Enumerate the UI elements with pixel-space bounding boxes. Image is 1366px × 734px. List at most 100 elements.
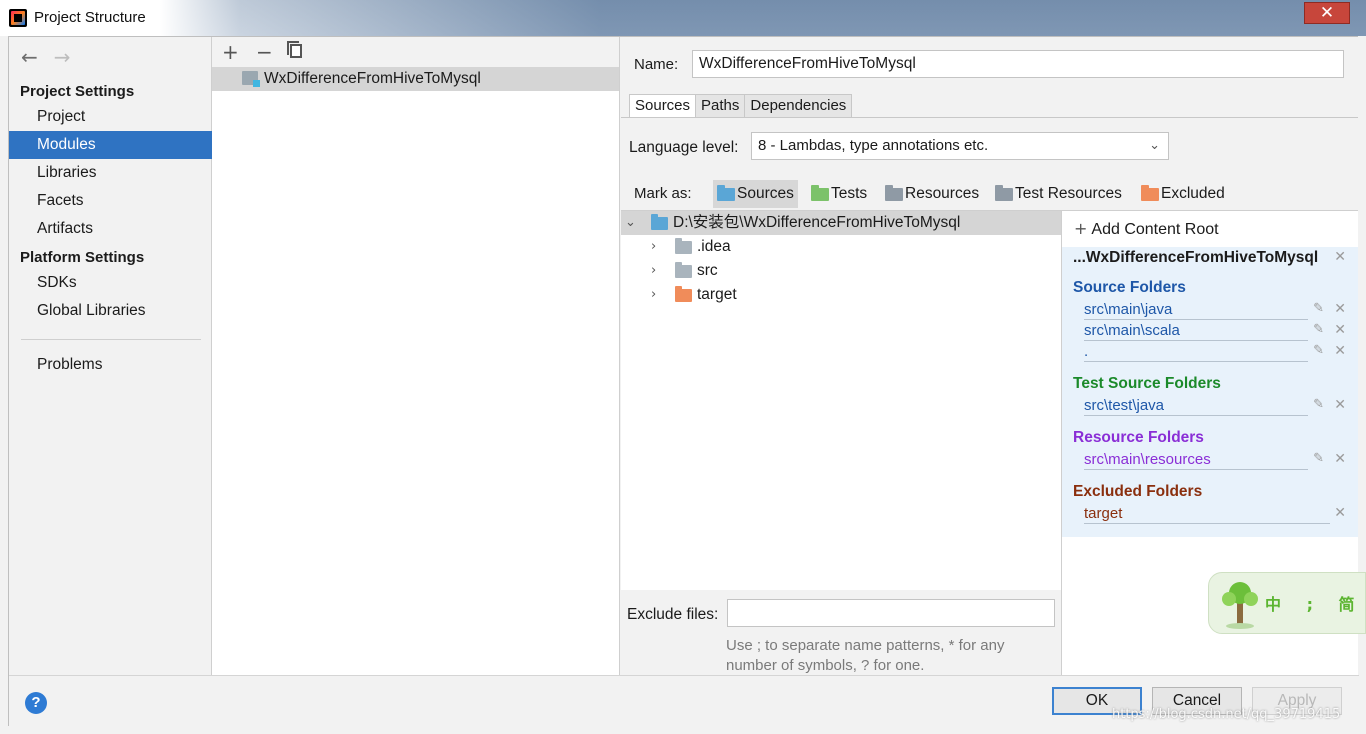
module-list-item-label: WxDifferenceFromHiveToMysql bbox=[264, 70, 481, 87]
sources-folder-icon bbox=[717, 185, 735, 201]
nav-item-problems[interactable]: Problems bbox=[9, 351, 212, 379]
content-root-box: ...WxDifferenceFromHiveToMysql ✕ Source … bbox=[1062, 247, 1358, 537]
remove-folder-icon[interactable]: ✕ bbox=[1334, 451, 1346, 467]
test-source-folders-title: Test Source Folders bbox=[1073, 375, 1221, 392]
source-folder-item: src\main\scala bbox=[1084, 322, 1308, 341]
collapsed-chevron-icon[interactable]: › bbox=[651, 259, 656, 283]
mark-as-resources-label: Resources bbox=[905, 185, 980, 202]
remove-module-icon[interactable]: − bbox=[256, 40, 273, 64]
nav-item-facets[interactable]: Facets bbox=[9, 187, 212, 215]
test-source-folder-item: src\test\java bbox=[1084, 397, 1308, 416]
tree-logo-icon bbox=[1222, 582, 1258, 629]
tree-label-idea: .idea bbox=[697, 238, 731, 255]
tree-row-root[interactable]: ⌄ D:\安装包\WxDifferenceFromHiveToMysql bbox=[621, 211, 1061, 235]
settings-navigation: ← → Project Settings Project Modules Libr… bbox=[9, 37, 212, 675]
tree-row-idea[interactable]: › .idea bbox=[621, 235, 1061, 259]
tree-root-label: D:\安装包\WxDifferenceFromHiveToMysql bbox=[673, 214, 961, 231]
content-root-title: ...WxDifferenceFromHiveToMysql bbox=[1073, 249, 1319, 266]
add-content-root-button[interactable]: + Add Content Root bbox=[1074, 219, 1219, 239]
name-label: Name: bbox=[634, 56, 679, 73]
root-folder-icon bbox=[651, 214, 668, 230]
mark-as-excluded-button[interactable]: Excluded bbox=[1137, 180, 1229, 208]
module-list-toolbar: + − bbox=[212, 37, 619, 67]
nav-divider bbox=[21, 339, 201, 340]
mark-as-test-resources-label: Test Resources bbox=[1015, 185, 1122, 202]
project-structure-dialog: ← → Project Settings Project Modules Libr… bbox=[8, 36, 1359, 727]
excluded-folder-icon bbox=[1141, 185, 1159, 201]
remove-folder-icon[interactable]: ✕ bbox=[1334, 301, 1346, 317]
nav-item-modules[interactable]: Modules bbox=[9, 131, 212, 159]
tab-divider bbox=[621, 117, 1358, 118]
remove-folder-icon[interactable]: ✕ bbox=[1334, 322, 1346, 338]
language-level-label: Language level: bbox=[629, 139, 739, 156]
mark-as-tests-button[interactable]: Tests bbox=[807, 180, 871, 208]
plus-icon: + bbox=[1074, 219, 1088, 238]
module-list-item[interactable]: WxDifferenceFromHiveToMysql bbox=[212, 67, 619, 91]
source-folder-item: . bbox=[1084, 343, 1308, 362]
exclude-files-label: Exclude files: bbox=[627, 606, 719, 623]
mark-as-resources-button[interactable]: Resources bbox=[881, 180, 983, 208]
remove-folder-icon[interactable]: ✕ bbox=[1334, 343, 1346, 359]
expanded-chevron-icon[interactable]: ⌄ bbox=[625, 211, 636, 235]
project-settings-heading: Project Settings bbox=[20, 83, 135, 100]
folder-tree: ⌄ D:\安装包\WxDifferenceFromHiveToMysql › .… bbox=[621, 210, 1062, 590]
tab-sources[interactable]: Sources bbox=[629, 94, 697, 118]
add-content-root-label: Add Content Root bbox=[1091, 221, 1219, 238]
test-resources-folder-icon bbox=[995, 185, 1013, 201]
resource-folders-title: Resource Folders bbox=[1073, 429, 1204, 446]
title-bar: Project Structure ✕ bbox=[0, 0, 1366, 36]
collapsed-chevron-icon[interactable]: › bbox=[651, 235, 656, 259]
mark-as-test-resources-button[interactable]: Test Resources bbox=[991, 180, 1126, 208]
watermark-url: https://blog.csdn.net/qq_39719415 bbox=[1112, 707, 1341, 722]
nav-item-sdks[interactable]: SDKs bbox=[9, 269, 212, 297]
back-arrow-icon[interactable]: ← bbox=[21, 45, 38, 69]
help-icon[interactable]: ? bbox=[25, 692, 47, 714]
module-folder-icon bbox=[242, 71, 260, 87]
remove-folder-icon[interactable]: ✕ bbox=[1334, 397, 1346, 413]
nav-item-libraries[interactable]: Libraries bbox=[9, 159, 212, 187]
remove-content-root-icon[interactable]: ✕ bbox=[1334, 249, 1346, 265]
idea-folder-icon bbox=[675, 238, 692, 254]
resources-folder-icon bbox=[885, 185, 903, 201]
language-level-select[interactable]: 8 - Lambdas, type annotations etc. ⌄ bbox=[751, 132, 1169, 160]
tree-label-target: target bbox=[697, 286, 737, 303]
mark-as-tests-label: Tests bbox=[831, 185, 868, 202]
input-method-text: 中 ; 简 bbox=[1265, 595, 1365, 614]
remove-folder-icon[interactable]: ✕ bbox=[1334, 505, 1346, 521]
nav-item-artifacts[interactable]: Artifacts bbox=[9, 215, 212, 243]
copy-module-icon[interactable] bbox=[287, 41, 302, 58]
tree-row-target[interactable]: › target bbox=[621, 283, 1061, 307]
forward-arrow-icon[interactable]: → bbox=[54, 45, 71, 69]
tab-dependencies[interactable]: Dependencies bbox=[744, 94, 853, 118]
exclude-files-hint: Use ; to separate name patterns, * for a… bbox=[726, 637, 1005, 674]
mark-as-sources-button[interactable]: Sources bbox=[713, 180, 798, 208]
target-folder-icon bbox=[675, 286, 692, 302]
nav-item-project[interactable]: Project bbox=[9, 103, 212, 131]
excluded-folders-title: Excluded Folders bbox=[1073, 483, 1203, 500]
module-name-field[interactable]: WxDifferenceFromHiveToMysql bbox=[692, 50, 1344, 78]
edit-pencil-icon[interactable]: ✎ bbox=[1313, 343, 1324, 358]
tab-paths[interactable]: Paths bbox=[695, 94, 746, 118]
language-level-value: 8 - Lambdas, type annotations etc. bbox=[758, 137, 989, 154]
collapsed-chevron-icon[interactable]: › bbox=[651, 283, 656, 307]
edit-pencil-icon[interactable]: ✎ bbox=[1313, 322, 1324, 337]
tree-row-src[interactable]: › src bbox=[621, 259, 1061, 283]
tests-folder-icon bbox=[811, 185, 829, 201]
close-button[interactable]: ✕ bbox=[1304, 2, 1350, 24]
module-list-panel: + − WxDifferenceFromHiveToMysql bbox=[212, 37, 620, 675]
input-method-widget[interactable]: 中 ; 简 bbox=[1208, 572, 1366, 634]
chevron-down-icon: ⌄ bbox=[1149, 138, 1160, 153]
edit-pencil-icon[interactable]: ✎ bbox=[1313, 301, 1324, 316]
exclude-files-input[interactable] bbox=[727, 599, 1055, 627]
edit-pencil-icon[interactable]: ✎ bbox=[1313, 397, 1324, 412]
excluded-folder-item: target bbox=[1084, 505, 1330, 524]
source-folder-item: src\main\java bbox=[1084, 301, 1308, 320]
source-folders-title: Source Folders bbox=[1073, 279, 1186, 296]
window-title: Project Structure bbox=[34, 9, 146, 26]
nav-item-global-libraries[interactable]: Global Libraries bbox=[9, 297, 212, 325]
resource-folder-item: src\main\resources bbox=[1084, 451, 1308, 470]
module-tabs: Sources Paths Dependencies bbox=[629, 94, 853, 118]
add-module-icon[interactable]: + bbox=[222, 40, 239, 64]
src-folder-icon bbox=[675, 262, 692, 278]
edit-pencil-icon[interactable]: ✎ bbox=[1313, 451, 1324, 466]
